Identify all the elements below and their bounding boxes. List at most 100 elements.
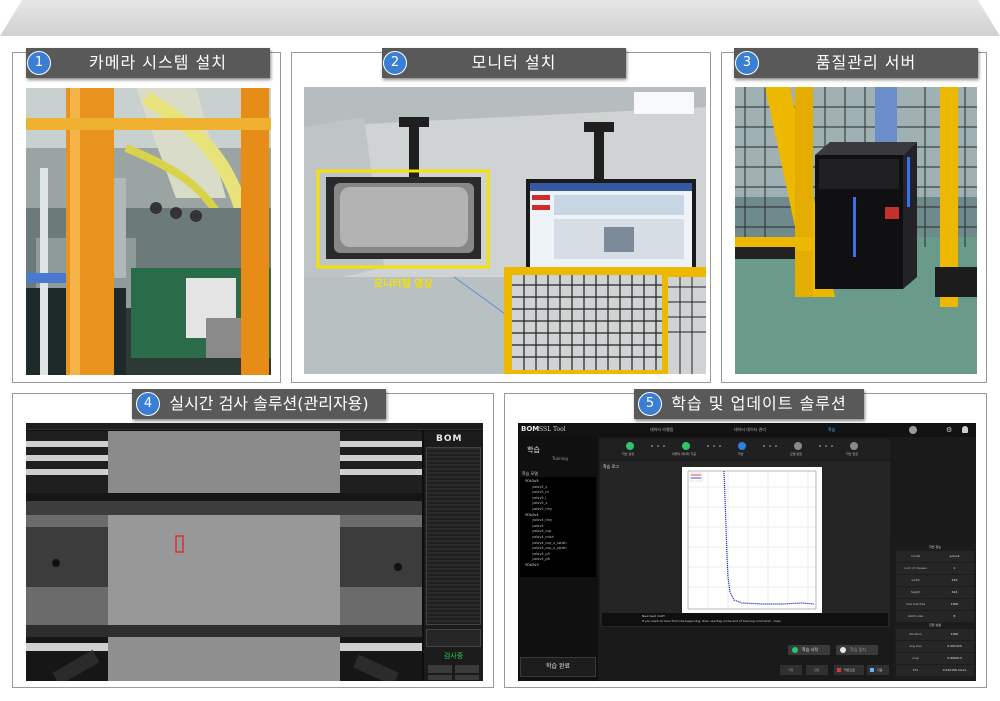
bottom-button-done-label: 완료 <box>814 668 820 672</box>
inspection-result-list[interactable] <box>426 447 481 625</box>
inspection-step-badge: 4 <box>136 392 160 416</box>
header-band <box>0 0 1000 36</box>
info-row-key: ETA <box>912 668 919 672</box>
info-row: iteration 1000 <box>896 629 974 640</box>
info-row: ETA 0.010156 hours <box>896 665 974 676</box>
monitor-installation-photo: 모니터링 영상 <box>304 87 706 374</box>
camera-step-badge: 1 <box>27 51 51 75</box>
bottom-button-save-label: 저장 <box>788 668 794 672</box>
info-row-value: 0.900013 <box>947 656 962 660</box>
info-row-key: avg loss <box>909 644 922 648</box>
training-top-tab-training[interactable]: 학습 <box>828 427 835 433</box>
inspection-control-button-3[interactable] <box>428 675 452 680</box>
server-panel <box>721 52 987 383</box>
bottom-button-next-label: 다음 <box>877 668 883 672</box>
inspection-results-panel: BOM 검사중 <box>424 431 483 681</box>
camera-panel-title-text: 카메라 시스템 설치 <box>89 53 227 72</box>
training-start-label: 학습 시작 <box>802 647 818 652</box>
info-row-key: iteration <box>909 632 922 636</box>
training-start-button[interactable]: 학습 시작 <box>788 645 830 655</box>
model-tree[interactable]: YOLOv5 yolov5_s yolov5_m yolov5_l yolov5_x yo… <box>520 477 596 577</box>
camera-panel <box>12 52 281 383</box>
info-row: max batches 1000 <box>896 599 974 610</box>
bottom-button-next[interactable]: 다음 <box>867 665 889 675</box>
loss-chart <box>682 467 822 619</box>
training-log-title: 학습 로그 <box>603 464 619 469</box>
info-row-value: 1000 <box>950 602 959 606</box>
inspection-status-button[interactable]: 검사중 <box>432 651 475 661</box>
training-progress-rows: iteration 1000 avg loss 0.061324 map 0.900013… <box>896 629 974 677</box>
user-avatar[interactable] <box>909 426 917 434</box>
info-row-value: 416 <box>951 590 958 594</box>
training-app-screenshot: BOM SSL Tool 데이터 라벨링 데이터 데이터 관리 학습 ⚙ 학습 … <box>518 423 976 681</box>
camera-panel-title: 카메라 시스템 설치 <box>26 48 270 78</box>
console-line-2: If you want to train from the beginning,… <box>642 619 781 623</box>
camera-installation-photo <box>26 88 271 375</box>
info-row-key: width <box>911 578 920 582</box>
training-log-area: 학습 로그 New best mAP! If you want to train… <box>600 461 890 627</box>
bottom-button-save[interactable]: 저장 <box>780 665 802 675</box>
training-app-name: SSL Tool <box>539 426 566 433</box>
training-top-tab-labeling[interactable]: 데이터 라벨링 <box>650 427 673 433</box>
info-row-key: map <box>912 656 919 660</box>
inspection-control-button-4[interactable] <box>455 675 479 680</box>
inspection-stats-box <box>426 629 481 647</box>
inspection-control-button-1[interactable] <box>428 665 452 673</box>
training-start-icon <box>792 647 798 653</box>
training-brand-logo: BOM <box>521 425 540 433</box>
info-row: height 416 <box>896 587 974 598</box>
info-row: avg loss 0.061324 <box>896 641 974 652</box>
step-label-1[interactable]: 학습 설정 <box>622 452 634 456</box>
notification-icon[interactable] <box>962 426 968 433</box>
inspection-panel-title-text: 실시간 검사 솔루션(관리자용) <box>169 394 369 413</box>
bottom-button-back[interactable]: 학습으로 <box>834 665 864 675</box>
sidebar-subtitle: Training <box>552 456 568 461</box>
step-label-5[interactable]: 학습 완료 <box>846 452 858 456</box>
info-row: num of classes 1 <box>896 563 974 574</box>
training-info-panel: 학습 정보 model yolov4 num of classes 1 width 416… <box>894 543 976 681</box>
info-row: batch size 8 <box>896 611 974 622</box>
step-label-4[interactable]: 모델 변환 <box>790 452 802 456</box>
training-console: New best mAP! If you want to train from … <box>602 613 888 626</box>
info-row: map 0.900013 <box>896 653 974 664</box>
info-row-value: yolov4 <box>949 554 960 558</box>
next-icon <box>870 668 874 672</box>
training-info-title: 학습 정보 <box>929 545 941 549</box>
quality-server-photo <box>735 87 977 374</box>
info-row-key: max batches <box>905 602 926 606</box>
training-panel-title: 학습 및 업데이트 솔루션 <box>634 389 864 419</box>
inspection-app-screenshot: BOM 검사중 <box>26 423 483 681</box>
inspection-panel-title: 실시간 검사 솔루션(관리자용) <box>132 389 386 419</box>
info-row-key: num of classes <box>904 566 927 570</box>
inspection-panel: BOM 검사중 <box>12 393 494 688</box>
training-complete-button[interactable]: 학습 완료 <box>520 657 596 677</box>
sidebar-title: 학습 <box>527 446 540 454</box>
training-panel-title-text: 학습 및 업데이트 솔루션 <box>671 394 847 413</box>
back-icon <box>837 668 841 672</box>
bottom-button-done[interactable]: 완료 <box>806 665 828 675</box>
training-stop-button[interactable]: 학습 중지 <box>836 645 878 655</box>
training-app-header: BOM SSL Tool 데이터 라벨링 데이터 데이터 관리 학습 ⚙ <box>518 423 976 437</box>
step-label-3[interactable]: 학습 <box>738 452 744 456</box>
info-row-value: 0.010156 hours <box>942 668 967 672</box>
info-row-value: 0.061324 <box>947 644 962 648</box>
step-label-2[interactable]: 어플리 데이터 가공 <box>672 452 696 456</box>
info-row-value: 416 <box>951 578 958 582</box>
gear-icon[interactable]: ⚙ <box>946 426 952 434</box>
training-stepper: 학습 설정 어플리 데이터 가공 학습 모델 변환 학습 완료 <box>600 439 890 459</box>
info-row-value: 1 <box>953 566 956 570</box>
training-stop-icon <box>840 647 846 653</box>
training-top-tab-data[interactable]: 데이터 데이터 관리 <box>734 427 766 433</box>
info-row-key: height <box>910 590 921 594</box>
monitor-panel-title-text: 모니터 설치 <box>471 53 557 72</box>
bottom-button-back-label: 학습으로 <box>844 668 856 672</box>
inspection-control-button-2[interactable] <box>455 665 479 673</box>
info-row: width 416 <box>896 575 974 586</box>
info-row-value: 1000 <box>950 632 959 636</box>
info-row-key: model <box>910 554 921 558</box>
training-stop-label: 학습 중지 <box>850 647 866 652</box>
console-line-1: New best mAP! <box>642 614 665 618</box>
model-tree-item[interactable]: YOLOv3 <box>524 563 592 569</box>
training-progress-title: 진행 상황 <box>929 623 941 627</box>
training-info-rows: model yolov4 num of classes 1 width 416 height… <box>896 551 974 623</box>
